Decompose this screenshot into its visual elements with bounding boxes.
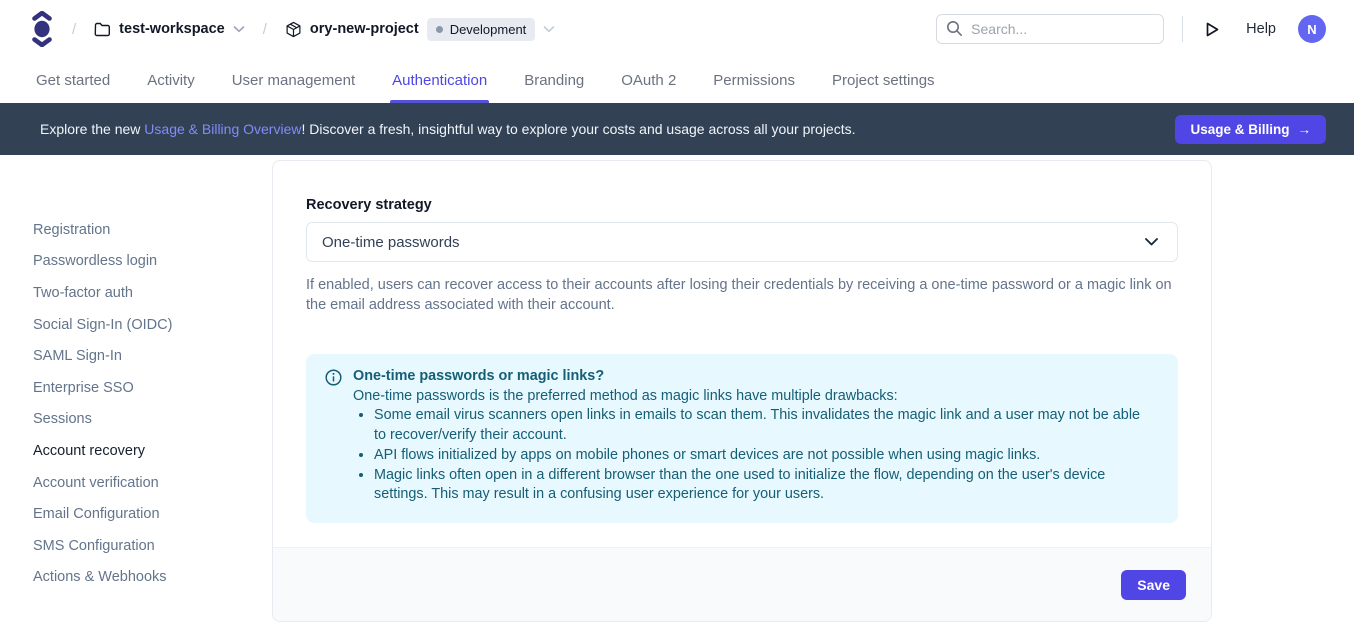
info-box-intro: One-time passwords is the preferred meth… [353, 387, 1154, 407]
info-bullet: Magic links often open in a different br… [374, 466, 1154, 505]
tab-oauth2[interactable]: OAuth 2 [621, 58, 676, 103]
project-selector[interactable]: ory-new-project Development [285, 18, 555, 41]
usage-billing-overview-link[interactable]: Usage & Billing Overview [144, 121, 301, 137]
package-icon [285, 21, 302, 38]
sidebar-item-email-configuration[interactable]: Email Configuration [33, 498, 272, 530]
ory-logo[interactable] [30, 10, 54, 48]
tab-authentication[interactable]: Authentication [392, 58, 487, 103]
card-body: Recovery strategy One-time passwords If … [273, 161, 1211, 523]
sidebar-item-enterprise-sso[interactable]: Enterprise SSO [33, 372, 272, 404]
sidebar-item-registration[interactable]: Registration [33, 214, 272, 246]
tab-project-settings[interactable]: Project settings [832, 58, 935, 103]
avatar[interactable]: N [1298, 15, 1326, 43]
workspace-selector[interactable]: test-workspace [94, 21, 245, 37]
chevron-down-icon [233, 25, 245, 33]
environment-dot-icon [436, 26, 443, 33]
sidebar-item-sms-configuration[interactable]: SMS Configuration [33, 530, 272, 562]
content-area: Registration Passwordless login Two-fact… [0, 155, 1354, 625]
banner-message: Explore the new Usage & Billing Overview… [40, 121, 856, 137]
recovery-description: If enabled, users can recover access to … [306, 275, 1178, 315]
chevron-down-icon [543, 25, 555, 33]
sidebar-item-passwordless-login[interactable]: Passwordless login [33, 246, 272, 278]
breadcrumb-separator: / [72, 21, 76, 38]
select-value: One-time passwords [322, 234, 460, 251]
info-icon [325, 369, 342, 505]
banner-text-before: Explore the new [40, 121, 144, 137]
account-recovery-card: Recovery strategy One-time passwords If … [272, 160, 1212, 622]
breadcrumb-separator: / [263, 21, 267, 38]
usage-billing-button-label: Usage & Billing [1190, 122, 1289, 137]
sidebar-item-social-sign-in[interactable]: Social Sign-In (OIDC) [33, 309, 272, 341]
banner-text-after: ! Discover a fresh, insightful way to ex… [301, 121, 855, 137]
card-footer: Save [273, 547, 1211, 621]
tab-activity[interactable]: Activity [147, 58, 195, 103]
authentication-sidebar: Registration Passwordless login Two-fact… [0, 155, 272, 625]
search-input[interactable] [936, 14, 1164, 44]
help-link[interactable]: Help [1246, 21, 1276, 37]
project-nav-tabs: Get started Activity User management Aut… [0, 58, 1354, 103]
info-box: One-time passwords or magic links? One-t… [306, 354, 1178, 523]
environment-badge: Development [427, 18, 536, 41]
play-icon [1205, 21, 1220, 38]
info-box-content: One-time passwords or magic links? One-t… [353, 367, 1154, 505]
folder-icon [94, 22, 111, 37]
info-bullet-list: Some email virus scanners open links in … [353, 406, 1154, 505]
usage-billing-banner: Explore the new Usage & Billing Overview… [0, 103, 1354, 155]
environment-label: Development [450, 22, 527, 37]
info-bullet: API flows initialized by apps on mobile … [374, 446, 1154, 466]
recovery-strategy-label: Recovery strategy [306, 197, 1178, 213]
play-button[interactable] [1205, 21, 1220, 38]
project-name: ory-new-project [310, 21, 419, 37]
sidebar-item-account-verification[interactable]: Account verification [33, 467, 272, 499]
tab-get-started[interactable]: Get started [36, 58, 110, 103]
sidebar-item-saml-sign-in[interactable]: SAML Sign-In [33, 340, 272, 372]
sidebar-item-account-recovery[interactable]: Account recovery [33, 435, 272, 467]
header-divider [1182, 16, 1183, 42]
sidebar-item-two-factor-auth[interactable]: Two-factor auth [33, 277, 272, 309]
info-box-title: One-time passwords or magic links? [353, 367, 1154, 387]
usage-billing-button[interactable]: Usage & Billing → [1175, 115, 1326, 144]
recovery-strategy-select[interactable]: One-time passwords [306, 222, 1178, 262]
tab-permissions[interactable]: Permissions [713, 58, 795, 103]
sidebar-item-actions-webhooks[interactable]: Actions & Webhooks [33, 562, 272, 594]
top-header: / test-workspace / ory-new-project Devel… [0, 0, 1354, 58]
tab-user-management[interactable]: User management [232, 58, 355, 103]
arrow-right-icon: → [1298, 122, 1312, 137]
chevron-down-icon [1144, 237, 1159, 247]
tab-branding[interactable]: Branding [524, 58, 584, 103]
sidebar-item-sessions[interactable]: Sessions [33, 404, 272, 436]
search-icon [946, 20, 963, 42]
search-box [936, 14, 1164, 44]
workspace-name: test-workspace [119, 21, 225, 37]
save-button[interactable]: Save [1121, 570, 1186, 600]
ory-logo-icon [31, 11, 53, 47]
info-bullet: Some email virus scanners open links in … [374, 406, 1154, 445]
